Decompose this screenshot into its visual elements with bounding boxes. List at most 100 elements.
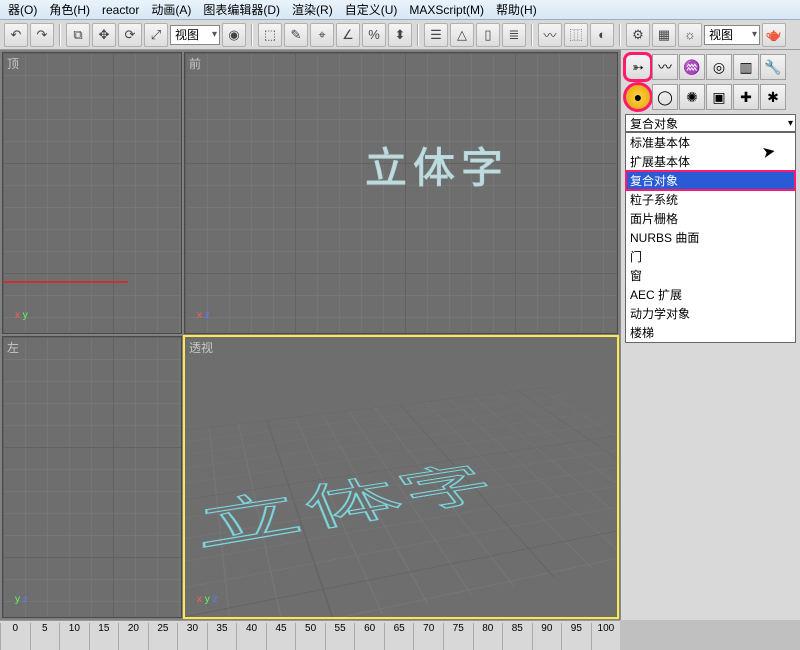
create-subtabs: ● ◯ ✺ ▣ ✚ ✱ (625, 84, 796, 110)
category-combo[interactable]: 复合对象 (625, 114, 796, 132)
menu-item[interactable]: 图表编辑器(D) (197, 1, 286, 18)
axis-gizmo-icon: x y (15, 310, 28, 321)
viewport-area: 顶 x y 前 立体字 x z 左 y z 立体字 透视 x y z (0, 50, 620, 620)
quick-render[interactable]: ☼ (678, 23, 702, 47)
scene-text-object: 立体字 (365, 135, 509, 196)
shapes-subtab[interactable]: ◯ (652, 84, 678, 110)
motion-tab[interactable]: ◎ (706, 54, 732, 80)
tick: 30 (177, 623, 207, 650)
redo-button[interactable]: ↷ (30, 23, 54, 47)
rotate-button[interactable]: ⟳ (118, 23, 142, 47)
tick: 40 (236, 623, 266, 650)
tick: 75 (443, 623, 473, 650)
menu-item[interactable]: 帮助(H) (490, 1, 543, 18)
helpers-subtab[interactable]: ✚ (733, 84, 759, 110)
tick: 50 (295, 623, 325, 650)
viewport-label: 前 (189, 55, 201, 72)
dropdown-item[interactable]: 粒子系统 (626, 190, 795, 209)
teapot-render-icon[interactable]: 🫖 (762, 23, 786, 47)
move-button[interactable]: ✥ (92, 23, 116, 47)
dropdown-item[interactable]: NURBS 曲面 (626, 228, 795, 247)
material-editor[interactable]: ◐ (590, 23, 614, 47)
menu-item[interactable]: 自定义(U) (339, 1, 404, 18)
hierarchy-tab[interactable]: ♒ (679, 54, 705, 80)
dropdown-item[interactable]: 门 (626, 247, 795, 266)
command-panel-tabs: ➳ 〰 ♒ ◎ ▥ 🔧 (625, 54, 796, 80)
menu-item[interactable]: 渲染(R) (286, 1, 339, 18)
render-setup[interactable]: ⚙ (626, 23, 650, 47)
dropdown-item[interactable]: 楼梯 (626, 323, 795, 342)
tick: 20 (118, 623, 148, 650)
systems-subtab[interactable]: ✱ (760, 84, 786, 110)
tick: 10 (59, 623, 89, 650)
layers-button[interactable]: ≣ (502, 23, 526, 47)
tick: 60 (354, 623, 384, 650)
snap-toggle[interactable]: ⌖ (310, 23, 334, 47)
tick: 45 (266, 623, 296, 650)
viewport-label: 左 (7, 339, 19, 356)
viewport-perspective[interactable]: 立体字 透视 x y z (184, 336, 618, 618)
perspective-wrap: 立体字 (185, 337, 617, 617)
viewport-top[interactable]: 顶 x y (2, 52, 182, 334)
select-button[interactable]: ⬚ (258, 23, 282, 47)
dropdown-item[interactable]: 复合对象 (626, 171, 795, 190)
menu-item[interactable]: 角色(H) (43, 1, 96, 18)
tick: 5 (30, 623, 60, 650)
lights-subtab[interactable]: ✺ (679, 84, 705, 110)
menu-bar: 器(O) 角色(H) reactor 动画(A) 图表编辑器(D) 渲染(R) … (0, 0, 800, 20)
dropdown-item[interactable]: AEC 扩展 (626, 285, 795, 304)
dropdown-item[interactable]: 面片栅格 (626, 209, 795, 228)
main-toolbar: ↶ ↷ ⧉ ✥ ⟳ ⤢ 视图 ◉ ⬚ ✎ ⌖ ∠ % ⬍ ☰ △ ▯ ≣ 〰 ⿲… (0, 20, 800, 50)
tick: 90 (532, 623, 562, 650)
viewport-front[interactable]: 前 立体字 x z (184, 52, 618, 334)
axis-gizmo-icon: x y z (197, 594, 218, 605)
tick: 35 (207, 623, 237, 650)
category-dropdown-list[interactable]: 标准基本体 扩展基本体 复合对象 粒子系统 面片栅格 NURBS 曲面 门 窗 … (625, 132, 796, 343)
ref-coord-combo[interactable]: 视图 (170, 25, 220, 45)
tick: 55 (325, 623, 355, 650)
percent-snap[interactable]: % (362, 23, 386, 47)
modify-tab[interactable]: 〰 (652, 54, 678, 80)
utilities-tab[interactable]: 🔧 (760, 54, 786, 80)
menu-item[interactable]: 器(O) (2, 1, 43, 18)
viewport-label: 顶 (7, 55, 19, 72)
lasso-button[interactable]: ✎ (284, 23, 308, 47)
tick: 0 (0, 623, 30, 650)
tick: 65 (384, 623, 414, 650)
named-sel[interactable]: ☰ (424, 23, 448, 47)
tick: 15 (89, 623, 119, 650)
schematic-view[interactable]: ⿲ (564, 23, 588, 47)
axis-guide-icon (3, 281, 128, 283)
tick: 95 (561, 623, 591, 650)
dropdown-item[interactable]: 窗 (626, 266, 795, 285)
category-dropdown-wrap: 复合对象 标准基本体 扩展基本体 复合对象 粒子系统 面片栅格 NURBS 曲面… (625, 114, 796, 132)
tick: 80 (473, 623, 503, 650)
link-button[interactable]: ⧉ (66, 23, 90, 47)
menu-item[interactable]: MAXScript(M) (403, 3, 490, 17)
mirror-button[interactable]: △ (450, 23, 474, 47)
display-tab[interactable]: ▥ (733, 54, 759, 80)
tick: 85 (502, 623, 532, 650)
viewport-left[interactable]: 左 y z (2, 336, 182, 618)
viewport-label: 透视 (189, 339, 213, 356)
spinner-snap[interactable]: ⬍ (388, 23, 412, 47)
angle-snap[interactable]: ∠ (336, 23, 360, 47)
axis-gizmo-icon: x z (197, 310, 210, 321)
create-tab[interactable]: ➳ (625, 54, 651, 80)
dropdown-item[interactable]: 动力学对象 (626, 304, 795, 323)
tick: 70 (413, 623, 443, 650)
curve-editor[interactable]: 〰 (538, 23, 562, 47)
geometry-subtab[interactable]: ● (625, 84, 651, 110)
undo-button[interactable]: ↶ (4, 23, 28, 47)
cameras-subtab[interactable]: ▣ (706, 84, 732, 110)
tick: 100 (591, 623, 620, 650)
render-frame[interactable]: ▦ (652, 23, 676, 47)
menu-item[interactable]: reactor (96, 3, 145, 17)
axis-gizmo-icon: y z (15, 594, 28, 605)
render-view-combo[interactable]: 视图 (704, 25, 760, 45)
scale-button[interactable]: ⤢ (144, 23, 168, 47)
align-button[interactable]: ▯ (476, 23, 500, 47)
time-slider[interactable]: 0 5 10 15 20 25 30 35 40 45 50 55 60 65 … (0, 620, 620, 650)
menu-item[interactable]: 动画(A) (145, 1, 197, 18)
center-button[interactable]: ◉ (222, 23, 246, 47)
